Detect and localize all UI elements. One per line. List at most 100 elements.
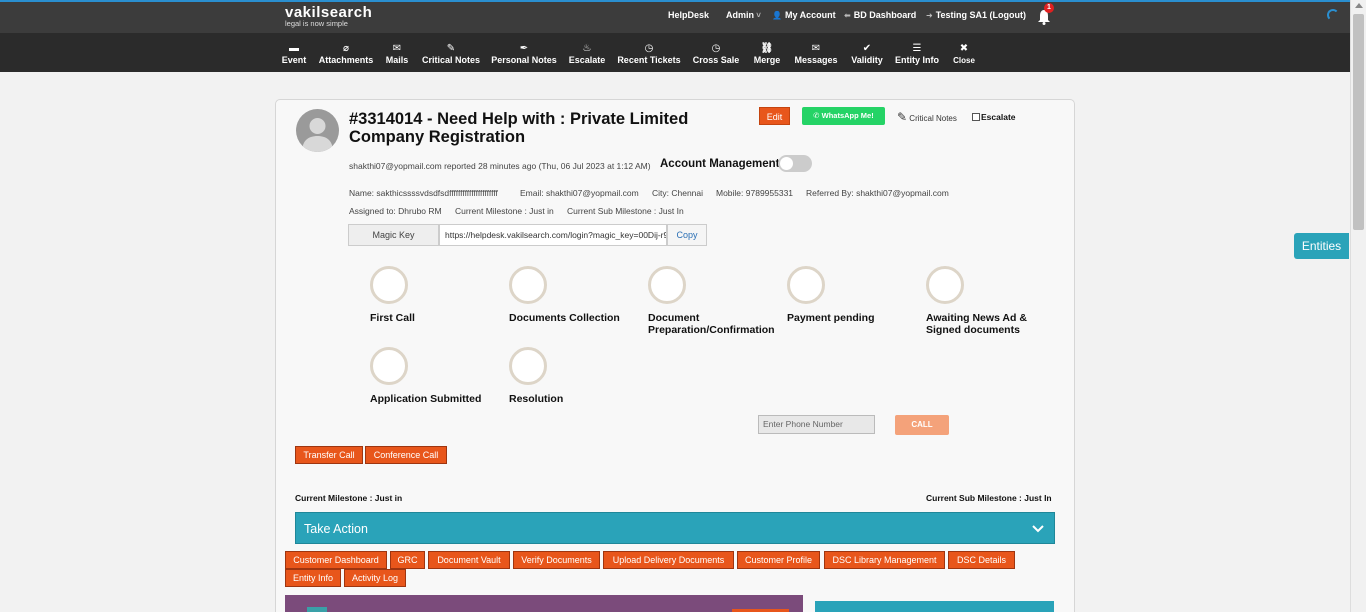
- tool-personal-notes-label: Personal Notes: [491, 55, 557, 65]
- toggle-knob: [780, 157, 793, 170]
- tool-merge[interactable]: ⛓ Merge: [754, 43, 781, 65]
- milestone-label: Payment pending: [787, 312, 875, 324]
- take-action-accordion[interactable]: Take Action: [295, 512, 1055, 544]
- tool-validity-label: Validity: [851, 55, 883, 65]
- page-scrollbar[interactable]: [1350, 0, 1366, 612]
- pin-icon: ✒: [519, 43, 529, 54]
- escalate-checkbox[interactable]: Escalate: [972, 112, 1016, 122]
- milestone-label: Documents Collection: [509, 312, 620, 324]
- panel-icon: [307, 607, 327, 612]
- tool-mails-label: Mails: [385, 55, 409, 65]
- arrow-right-icon: ➜: [926, 11, 933, 20]
- entity-info-button[interactable]: Entity Info: [285, 569, 341, 587]
- whatsapp-button[interactable]: ✆ WhatsApp Me!: [802, 107, 885, 125]
- list-icon: ☰: [912, 43, 922, 54]
- tool-recent-tickets-label: Recent Tickets: [617, 55, 681, 65]
- current-sub-milestone: Current Sub Milestone : Just In: [926, 493, 1052, 503]
- verify-documents-button[interactable]: Verify Documents: [513, 551, 600, 569]
- milestone-circle[interactable]: [370, 347, 408, 385]
- purple-panel-header: [285, 595, 803, 612]
- tool-cross-sale-label: Cross Sale: [692, 55, 740, 65]
- tool-messages[interactable]: ✉ Messages: [794, 43, 837, 65]
- scroll-thumb[interactable]: [1353, 14, 1364, 230]
- milestone-circle[interactable]: [509, 347, 547, 385]
- tool-attachments[interactable]: ⌀ Attachments: [319, 43, 374, 65]
- customer-profile-button[interactable]: Customer Profile: [737, 551, 820, 569]
- milestone-circle[interactable]: [648, 266, 686, 304]
- upload-delivery-documents-button[interactable]: Upload Delivery Documents: [603, 551, 734, 569]
- clock-icon: ◷: [711, 43, 721, 54]
- critical-notes-link[interactable]: ✎ Critical Notes: [897, 110, 957, 124]
- milestone-label: First Call: [370, 312, 415, 324]
- brand-logo[interactable]: vakilsearch legal is now simple: [285, 5, 372, 28]
- activity-log-button[interactable]: Activity Log: [344, 569, 406, 587]
- edit-button[interactable]: Edit: [759, 107, 790, 125]
- tool-event-label: Event: [281, 55, 307, 65]
- tool-attachments-label: Attachments: [318, 55, 374, 65]
- pencil-icon: ✎: [446, 43, 456, 54]
- milestone-label: Document Preparation/Confirmation: [648, 312, 775, 336]
- tool-entity-info-label: Entity Info: [895, 55, 939, 65]
- avatar: [296, 109, 339, 152]
- tool-mails[interactable]: ✉ Mails: [386, 43, 409, 65]
- calendar-icon: ▬: [288, 43, 299, 54]
- tool-cross-sale[interactable]: ◷ Cross Sale: [693, 43, 740, 65]
- nav-helpdesk[interactable]: HelpDesk: [668, 10, 709, 20]
- tool-critical-notes[interactable]: ✎ Critical Notes: [422, 43, 480, 65]
- fire-icon: ♨: [582, 43, 592, 54]
- dsc-details-button[interactable]: DSC Details: [948, 551, 1015, 569]
- milestone-circle[interactable]: [926, 266, 964, 304]
- clock-icon: ◷: [644, 43, 654, 54]
- dsc-library-management-button[interactable]: DSC Library Management: [824, 551, 945, 569]
- document-vault-button[interactable]: Document Vault: [428, 551, 510, 569]
- tool-validity[interactable]: ✔ Validity: [851, 43, 883, 65]
- paperclip-icon: ⌀: [342, 43, 350, 54]
- milestone-circle[interactable]: [509, 266, 547, 304]
- tool-merge-label: Merge: [753, 55, 781, 65]
- nav-my-account[interactable]: 👤 My Account: [772, 10, 836, 20]
- tool-escalate[interactable]: ♨ Escalate: [569, 43, 606, 65]
- tool-personal-notes[interactable]: ✒ Personal Notes: [491, 43, 557, 65]
- logo-tagline: legal is now simple: [285, 19, 348, 28]
- whatsapp-icon: ✆: [813, 111, 822, 120]
- escalate-label: Escalate: [981, 112, 1016, 122]
- milestone-label: Resolution: [509, 393, 564, 405]
- nav-logout[interactable]: ➜ Testing SA1 (Logout): [926, 10, 1026, 20]
- copy-button[interactable]: Copy: [667, 224, 707, 246]
- tool-recent-tickets[interactable]: ◷ Recent Tickets: [617, 43, 680, 65]
- chevron-down-icon: [1032, 525, 1044, 533]
- account-management-toggle[interactable]: [778, 155, 812, 172]
- conference-call-button[interactable]: Conference Call: [365, 446, 447, 464]
- magic-key-label: Magic Key: [348, 224, 439, 246]
- user-silhouette-icon: [302, 118, 333, 152]
- grc-button[interactable]: GRC: [390, 551, 425, 569]
- nav-bd-dashboard[interactable]: ⬅ BD Dashboard: [844, 10, 916, 20]
- nav-my-account-label: My Account: [784, 10, 836, 20]
- transfer-call-button[interactable]: Transfer Call: [295, 446, 363, 464]
- magic-key-field[interactable]: https://helpdesk.vakilsearch.com/login?m…: [439, 224, 667, 246]
- check-icon: ✔: [862, 43, 872, 54]
- nav-user-label: Testing SA1 (Logout): [935, 10, 1027, 20]
- tool-event[interactable]: ▬ Event: [282, 43, 307, 65]
- user-icon: 👤: [772, 11, 782, 20]
- milestone-circle[interactable]: [787, 266, 825, 304]
- customer-name: Name: sakthicssssvdsdfsdffffffffffffffff…: [349, 188, 498, 198]
- take-action-label: Take Action: [304, 522, 368, 536]
- customer-dashboard-button[interactable]: Customer Dashboard: [285, 551, 387, 569]
- scroll-up-arrow-icon[interactable]: [1355, 3, 1363, 8]
- entities-tab[interactable]: Entities: [1294, 233, 1349, 259]
- call-button[interactable]: CALL: [895, 415, 949, 435]
- tool-critical-notes-label: Critical Notes: [421, 55, 481, 65]
- notification-badge: 1: [1044, 3, 1054, 13]
- tool-escalate-label: Escalate: [568, 55, 606, 65]
- tool-entity-info[interactable]: ☰ Entity Info: [895, 43, 939, 65]
- milestone-label: Awaiting News Ad & Signed documents: [926, 312, 1027, 336]
- nav-admin[interactable]: Admin ˅: [726, 10, 764, 20]
- milestone-circle[interactable]: [370, 266, 408, 304]
- chevron-down-icon: ˅: [754, 11, 761, 20]
- phone-number-input[interactable]: Enter Phone Number: [758, 415, 875, 434]
- checkbox-box[interactable]: [972, 113, 980, 121]
- close-icon: ✖: [959, 43, 969, 54]
- arrow-left-icon: ⬅: [844, 11, 851, 20]
- tool-close[interactable]: ✖ Close: [953, 43, 975, 65]
